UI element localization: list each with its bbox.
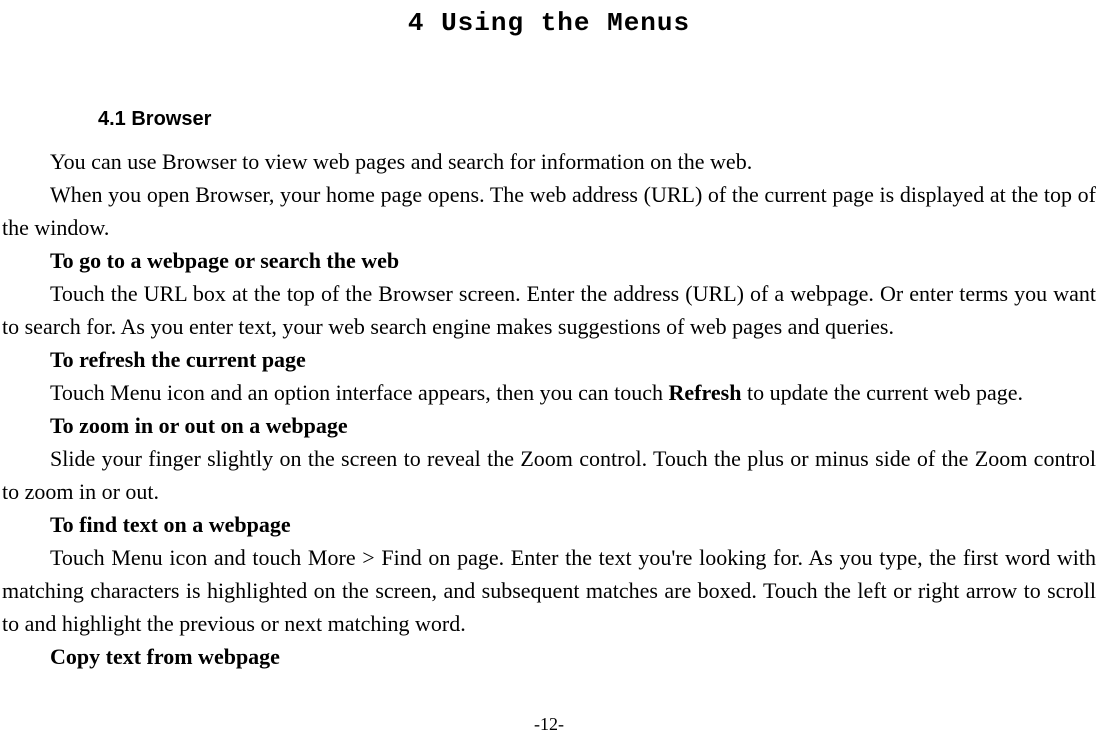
heading-zoom: To zoom in or out on a webpage xyxy=(2,409,1096,442)
heading-copy-text: Copy text from webpage xyxy=(2,640,1096,673)
paragraph-find-text: Touch Menu icon and touch More > Find on… xyxy=(2,541,1096,640)
heading-find-text: To find text on a webpage xyxy=(2,508,1096,541)
paragraph-goto-webpage: Touch the URL box at the top of the Brow… xyxy=(2,277,1096,343)
heading-refresh: To refresh the current page xyxy=(2,343,1096,376)
paragraph-refresh-text-b: to update the current web page. xyxy=(741,380,1023,405)
paragraph-zoom: Slide your finger slightly on the screen… xyxy=(2,442,1096,508)
heading-goto-webpage: To go to a webpage or search the web xyxy=(2,244,1096,277)
chapter-title: 4 Using the Menus xyxy=(0,8,1098,38)
paragraph-refresh-text-a: Touch Menu icon and an option interface … xyxy=(50,380,669,405)
paragraph+שrefresh: Touch Menu icon and an option interface … xyxy=(2,376,1096,409)
page-number: -12- xyxy=(0,714,1098,735)
paragraph-intro-1: You can use Browser to view web pages an… xyxy=(2,145,1096,178)
subsection-title: 4.1 Browser xyxy=(98,108,1098,131)
paragraph-refresh-bold: Refresh xyxy=(669,380,742,405)
paragraph-intro-2: When you open Browser, your home page op… xyxy=(2,178,1096,244)
